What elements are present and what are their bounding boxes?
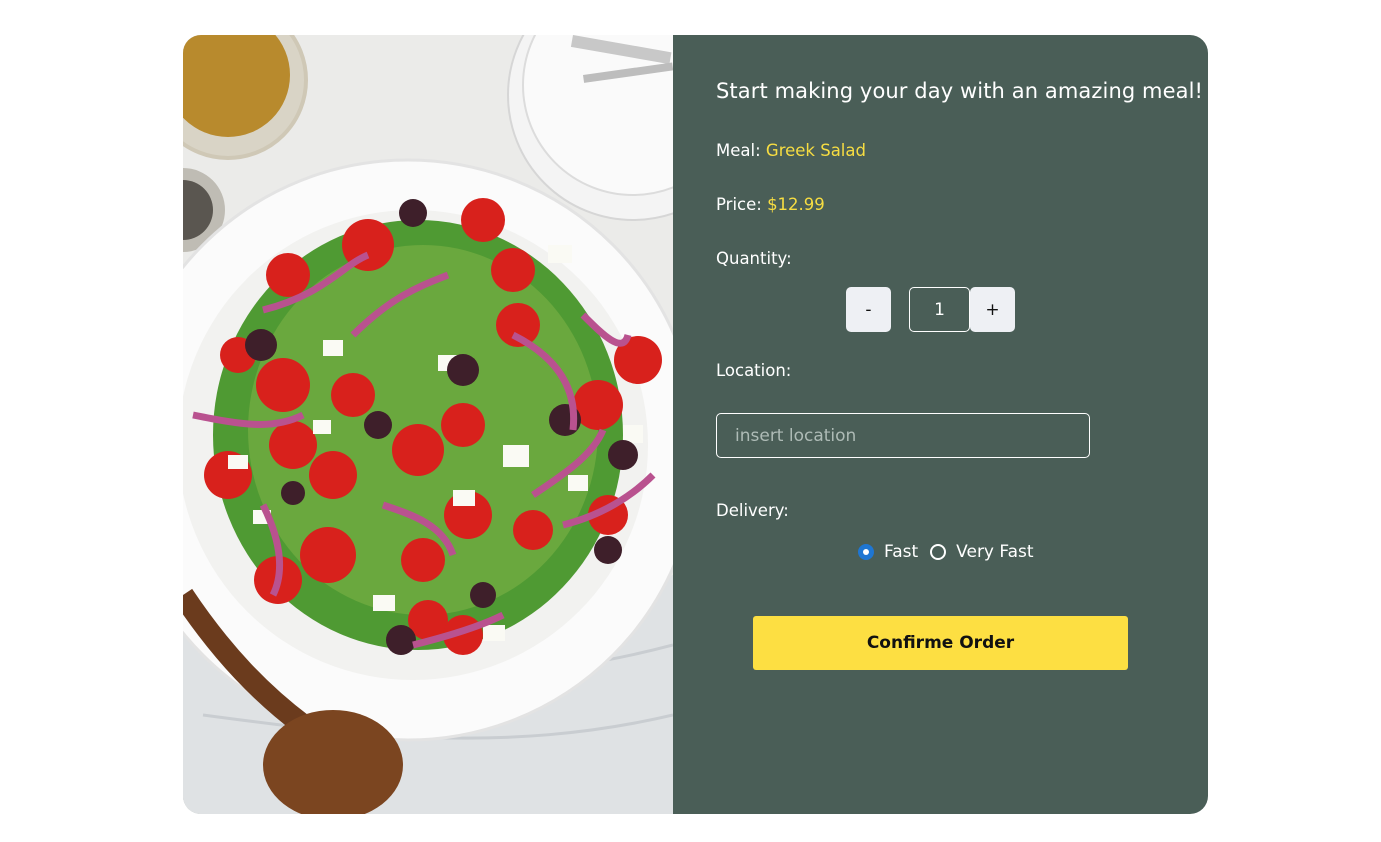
price-label: Price:: [716, 195, 762, 214]
order-card: Start making your day with an amazing me…: [183, 35, 1208, 814]
location-label: Location:: [716, 361, 792, 380]
location-input[interactable]: [716, 413, 1090, 458]
delivery-very-fast-radio[interactable]: [930, 544, 947, 560]
greek-salad-photo: [183, 35, 673, 814]
order-panel: Start making your day with an amazing me…: [673, 35, 1208, 814]
decrement-button[interactable]: -: [846, 287, 891, 332]
page-title: Start making your day with an amazing me…: [716, 79, 1204, 103]
meal-label: Meal:: [716, 141, 761, 160]
confirm-order-button[interactable]: Confirme Order: [753, 616, 1128, 670]
delivery-label: Delivery:: [716, 501, 789, 520]
price-value: $12.99: [767, 195, 825, 214]
meal-row: Meal: Greek Salad: [716, 141, 866, 160]
delivery-very-fast-label[interactable]: Very Fast: [956, 542, 1033, 562]
meal-value: Greek Salad: [765, 141, 866, 160]
delivery-fast-radio[interactable]: [858, 544, 874, 560]
delivery-fast-label[interactable]: Fast: [884, 542, 918, 562]
price-row: Price: $12.99: [716, 195, 825, 214]
delivery-options: Fast Very Fast: [858, 542, 1034, 562]
quantity-label: Quantity:: [716, 249, 792, 268]
quantity-value[interactable]: 1: [909, 287, 970, 332]
increment-button[interactable]: +: [970, 287, 1015, 332]
